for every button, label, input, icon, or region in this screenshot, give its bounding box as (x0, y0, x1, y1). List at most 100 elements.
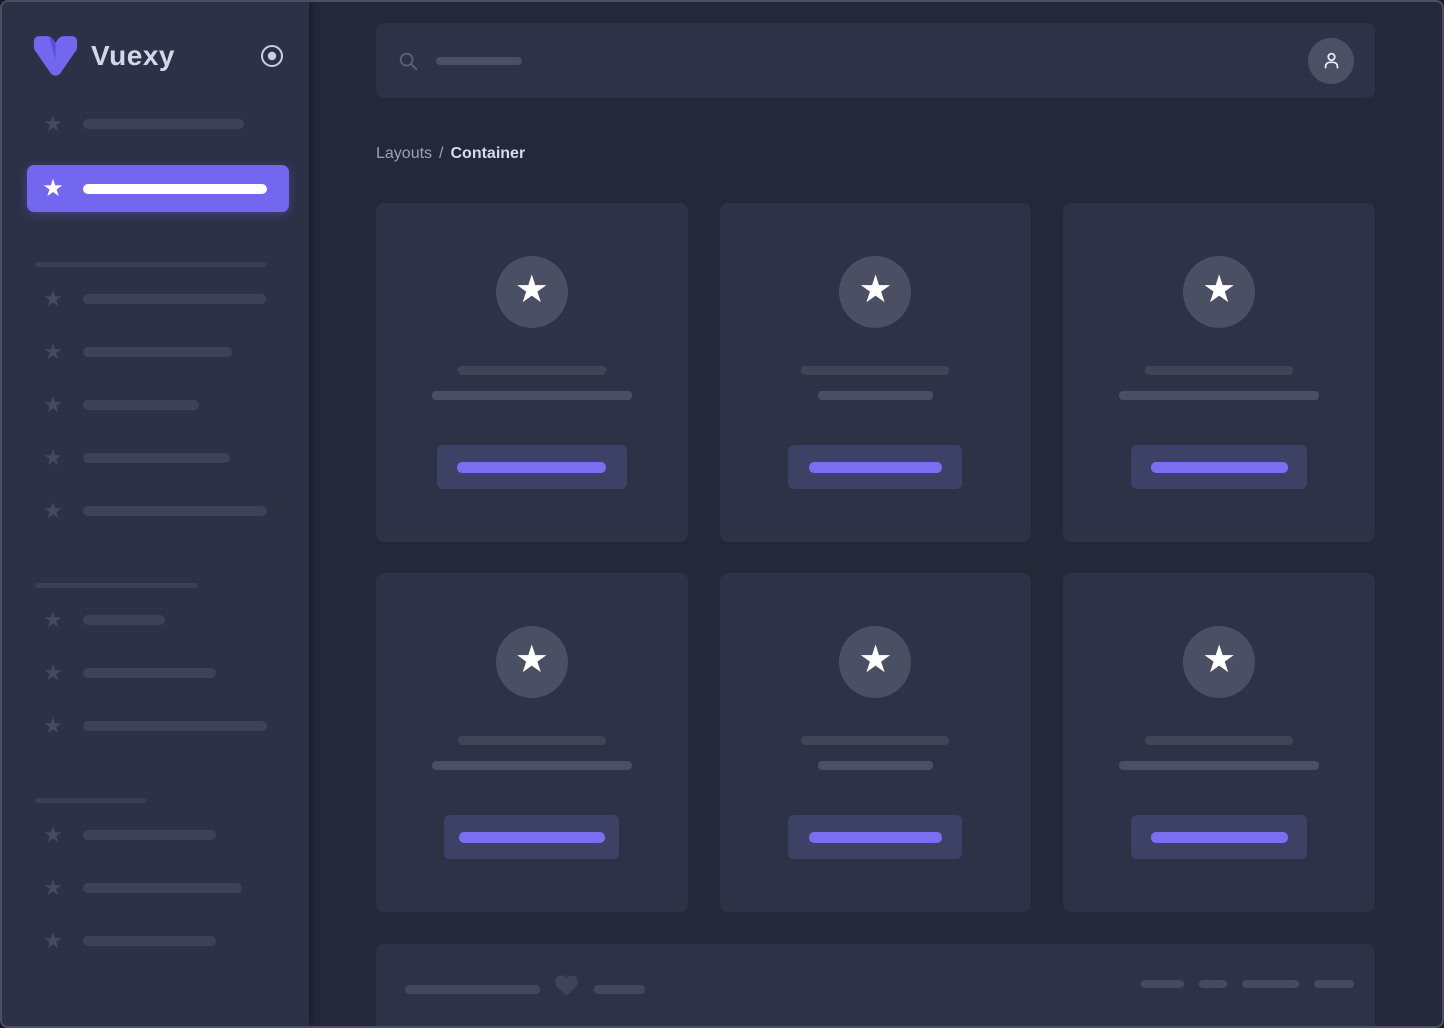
footer-text-skeleton (594, 985, 645, 994)
sidebar-item[interactable]: ★ (27, 876, 289, 900)
star-icon: ★ (858, 639, 893, 681)
sidebar-item[interactable]: ★ (27, 112, 289, 136)
menu-label-skeleton (83, 347, 232, 357)
sidebar-item[interactable]: ★ (27, 393, 289, 417)
sidebar-item[interactable]: ★ (27, 608, 289, 632)
card-title-skeleton (801, 736, 950, 745)
star-icon: ★ (858, 269, 893, 311)
footer-link-skeleton (1242, 980, 1299, 988)
card-subtitle-skeleton (431, 391, 632, 400)
card-action-button[interactable] (1131, 815, 1308, 859)
card-subtitle-skeleton (1119, 391, 1320, 400)
button-label-skeleton (808, 461, 942, 473)
placeholder-card: ★ (719, 573, 1032, 912)
card-action-button[interactable] (1131, 445, 1308, 489)
star-icon: ★ (1202, 269, 1237, 311)
star-icon: ★ (43, 822, 63, 847)
sidebar-item[interactable]: ★ (27, 661, 289, 685)
star-icon: ★ (43, 111, 63, 136)
sidebar-item[interactable]: ★ (27, 714, 289, 738)
card-action-button[interactable] (788, 815, 963, 859)
footer (376, 944, 1375, 1026)
menu-label-skeleton (83, 294, 266, 304)
star-icon: ★ (514, 269, 549, 311)
star-icon: ★ (43, 713, 63, 738)
brand-name: Vuexy (91, 40, 175, 71)
placeholder-card: ★ (376, 203, 688, 542)
menu-label-skeleton (83, 883, 242, 893)
card-avatar: ★ (495, 626, 568, 698)
placeholder-card: ★ (719, 203, 1032, 542)
card-avatar: ★ (839, 256, 912, 328)
menu-label-skeleton (83, 830, 216, 840)
footer-link-skeleton (1199, 980, 1227, 988)
user-avatar-button[interactable] (1308, 37, 1354, 84)
button-label-skeleton (457, 461, 607, 473)
sidebar-header: Vuexy (2, 2, 309, 82)
menu-label-skeleton (83, 615, 165, 625)
menu-label-skeleton (83, 119, 244, 129)
card-grid: ★ ★ ★ ★ ★ ★ (376, 203, 1375, 912)
menu-label-skeleton (83, 183, 267, 194)
card-title-skeleton (1145, 366, 1294, 375)
sidebar-pin-toggle-icon[interactable] (259, 43, 285, 69)
sidebar-item[interactable]: ★ (27, 287, 289, 311)
card-title-skeleton (801, 366, 950, 375)
star-icon: ★ (43, 660, 63, 685)
button-label-skeleton (808, 831, 942, 843)
button-label-skeleton (1150, 461, 1288, 473)
menu-label-skeleton (83, 400, 199, 410)
search-placeholder-skeleton (436, 56, 522, 65)
star-icon: ★ (43, 286, 63, 311)
sidebar-item[interactable]: ★ (27, 929, 289, 953)
card-subtitle-skeleton (817, 761, 933, 770)
menu-label-skeleton (83, 668, 216, 678)
placeholder-card: ★ (1063, 203, 1375, 542)
card-action-button[interactable] (788, 445, 963, 489)
sidebar-item[interactable]: ★ (27, 340, 289, 364)
card-avatar: ★ (839, 626, 912, 698)
breadcrumb-parent[interactable]: Layouts (376, 145, 432, 163)
footer-link-skeleton (1141, 980, 1184, 988)
vuexy-logo-icon (33, 36, 78, 76)
menu-label-skeleton (83, 721, 267, 731)
search-bar[interactable] (376, 23, 1375, 98)
sidebar-section-heading-skeleton (35, 262, 266, 267)
card-title-skeleton (457, 736, 606, 745)
card-title-skeleton (1145, 736, 1294, 745)
card-avatar: ★ (1183, 626, 1256, 698)
placeholder-card: ★ (1063, 573, 1375, 912)
sidebar-item-active[interactable]: ★ (27, 165, 289, 212)
search-icon (399, 52, 418, 70)
card-subtitle-skeleton (431, 761, 632, 770)
card-subtitle-skeleton (1119, 761, 1320, 770)
card-avatar: ★ (495, 256, 568, 328)
footer-text-skeleton (405, 985, 540, 994)
footer-link-skeleton (1314, 980, 1354, 988)
breadcrumb-current: Container (450, 145, 526, 162)
menu-label-skeleton (83, 506, 267, 516)
main-content: Layouts / Container ★ ★ ★ ★ ★ ★ (309, 2, 1442, 1026)
card-action-button[interactable] (436, 445, 627, 489)
user-icon (1324, 52, 1338, 69)
star-icon: ★ (1202, 639, 1237, 681)
star-icon: ★ (43, 607, 63, 632)
footer-links (1141, 980, 1354, 988)
placeholder-card: ★ (376, 573, 688, 912)
button-label-skeleton (458, 831, 605, 843)
sidebar-item[interactable]: ★ (27, 499, 289, 523)
sidebar-item[interactable]: ★ (27, 823, 289, 847)
sidebar-item[interactable]: ★ (27, 446, 289, 470)
heart-icon (555, 975, 578, 996)
star-icon: ★ (43, 445, 63, 470)
star-icon: ★ (43, 339, 63, 364)
footer-left (405, 975, 645, 999)
sidebar-menu: ★ ★ ★ ★ ★ ★ ★ ★ ★ ★ ★ ★ ★ (2, 82, 309, 953)
star-icon: ★ (43, 875, 63, 900)
star-icon: ★ (43, 928, 63, 953)
card-action-button[interactable] (444, 815, 620, 859)
star-icon: ★ (42, 174, 64, 202)
menu-label-skeleton (83, 453, 230, 463)
sidebar-section-heading-skeleton (35, 798, 146, 803)
sidebar: Vuexy ★ ★ ★ ★ ★ ★ ★ ★ ★ ★ ★ ★ ★ (2, 2, 309, 1026)
